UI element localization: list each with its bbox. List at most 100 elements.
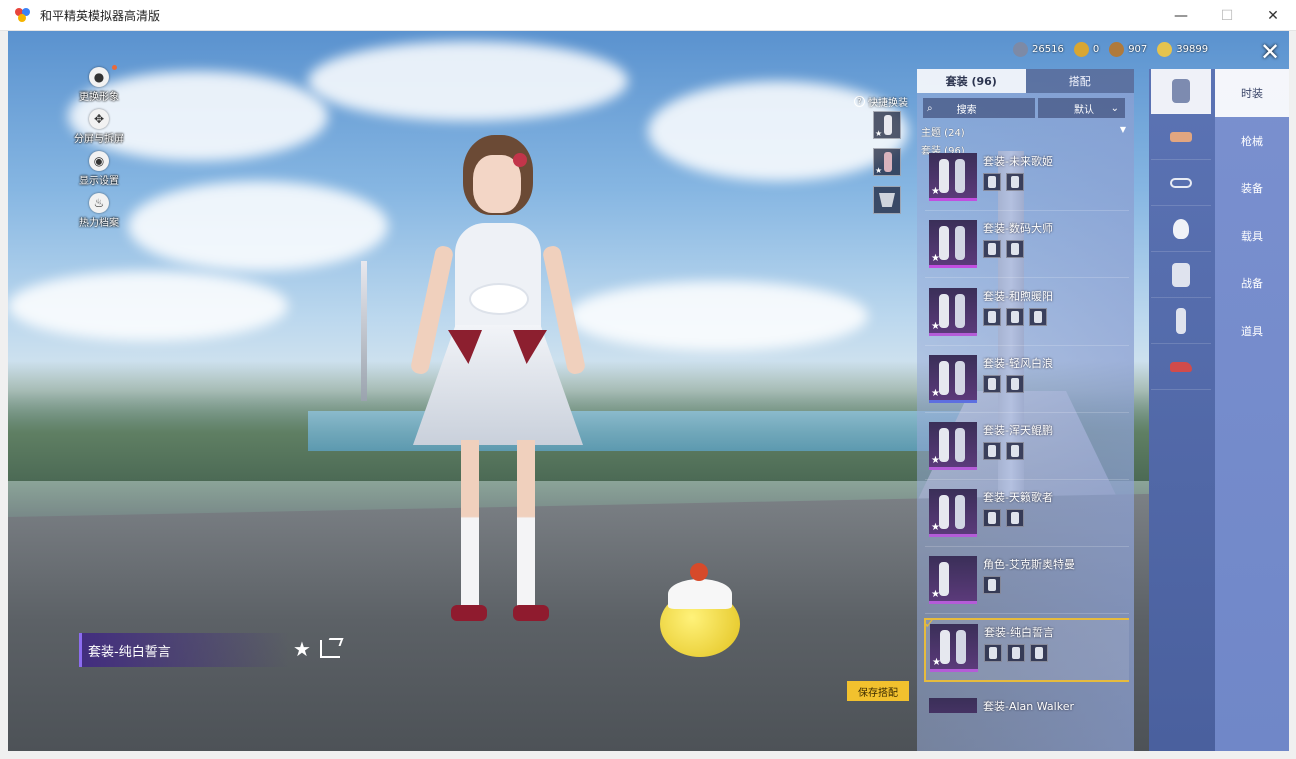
currency-item[interactable]: 907 [1109, 41, 1147, 57]
star-icon: ★ [931, 589, 940, 600]
left-menu: ● 更换形象 ✥ 分屏与拆屏 ◉ 显示设置 ♨ 热力档案 [64, 65, 134, 235]
quick-swap-slot[interactable]: ★ [873, 111, 901, 139]
part-slot[interactable] [983, 576, 1001, 594]
app-logo-icon [14, 6, 32, 24]
outfit-item[interactable]: 套装-Alan Walker [925, 694, 1129, 713]
shoe-icon [1170, 362, 1192, 372]
game-viewport[interactable]: ● 更换形象 ✥ 分屏与拆屏 ◉ 显示设置 ♨ 热力档案 26516 0 907 [8, 31, 1289, 751]
category-gun-skin[interactable] [1151, 115, 1211, 160]
outfit-figure-icon [939, 226, 949, 260]
outfit-name: 套装-纯白誓言 [984, 626, 1054, 639]
category-outfit[interactable] [1151, 69, 1211, 114]
pet-chick[interactable] [660, 561, 740, 661]
help-icon[interactable]: ? [854, 96, 865, 107]
sort-dropdown[interactable]: 默认 ⌄ [1038, 98, 1125, 118]
currency-item[interactable]: 26516 [1013, 41, 1064, 57]
category-shoes[interactable] [1151, 345, 1211, 390]
part-slot[interactable] [1006, 375, 1024, 393]
part-slot[interactable] [983, 308, 1001, 326]
part-slot[interactable] [1006, 173, 1024, 191]
category-glasses[interactable] [1151, 161, 1211, 206]
save-outfit-button[interactable]: 保存搭配 [847, 681, 909, 701]
part-slot[interactable] [1006, 308, 1024, 326]
tab-match[interactable]: 搭配 [1025, 69, 1134, 93]
caret-down-icon[interactable]: ▼ [1120, 125, 1126, 134]
nav-equipment[interactable]: 装备 [1215, 164, 1289, 211]
part-slot[interactable] [1029, 308, 1047, 326]
currency-value: 0 [1092, 43, 1100, 55]
close-window-button[interactable]: ✕ [1250, 0, 1296, 31]
quick-swap-slot[interactable] [873, 186, 901, 214]
outfit-list[interactable]: ★ 套装-未来歌姬 ★ 套装-数码大师 ★ 套装-和煦暖阳 ★ 套装-轻风白浪 … [921, 149, 1129, 713]
outfit-item[interactable]: ★ 套装-天籁歌者 [925, 485, 1129, 547]
share-icon[interactable] [320, 640, 340, 658]
player-character[interactable] [393, 135, 603, 665]
outfit-item[interactable]: ★ 套装-浑天鲲鹏 [925, 418, 1129, 480]
quick-swap-label[interactable]: ? 快捷换装 [854, 94, 908, 109]
outfit-figure-icon [955, 226, 965, 260]
character-skirt [413, 325, 583, 445]
quick-swap-slot[interactable]: ★ [873, 148, 901, 176]
outfit-figure-icon [940, 630, 950, 664]
outfit-icon [1172, 79, 1190, 103]
outfit-name: 套装-轻风白浪 [983, 357, 1053, 370]
maximize-button[interactable]: ☐ [1204, 0, 1250, 31]
nav-vehicles[interactable]: 载具 [1215, 212, 1289, 259]
nav-fashion[interactable]: 时装 [1215, 69, 1289, 117]
character-leg [517, 440, 535, 610]
split-screen-button[interactable]: ✥ 分屏与拆屏 [64, 109, 134, 145]
star-icon: ★ [931, 522, 940, 533]
outfit-item[interactable]: ★ 套装-轻风白浪 [925, 351, 1129, 413]
star-icon: ★ [931, 186, 940, 197]
star-icon: ★ [931, 388, 940, 399]
outfit-name: 套装-浑天鲲鹏 [983, 424, 1053, 437]
category-icon-strip [1149, 69, 1215, 751]
outfit-figure-icon [939, 294, 949, 328]
part-slot[interactable] [984, 644, 1002, 662]
tab-suits[interactable]: 套装 (96) [917, 69, 1026, 93]
outfit-item[interactable]: ★ 套装-数码大师 [925, 216, 1129, 278]
outfit-item-selected[interactable]: ✓ ★ 套装-纯白誓言 [924, 618, 1129, 682]
outfit-figure-icon [955, 361, 965, 395]
display-settings-button[interactable]: ◉ 显示设置 [64, 151, 134, 187]
part-slot[interactable] [1030, 644, 1048, 662]
search-label: 搜索 [956, 104, 977, 116]
star-icon: ★ [932, 657, 941, 668]
outfit-thumbnail: ★ [929, 489, 977, 537]
cloud [128, 181, 388, 271]
outfit-item[interactable]: ★ 套装-未来歌姬 [925, 149, 1129, 211]
currency-item[interactable]: 0 [1073, 41, 1100, 57]
nav-battle-prep[interactable]: 战备 [1215, 259, 1289, 306]
search-input[interactable]: ⌕ 搜索 [923, 98, 1035, 118]
part-slot[interactable] [1006, 442, 1024, 460]
part-slot[interactable] [983, 375, 1001, 393]
heat-archive-button[interactable]: ♨ 热力档案 [64, 193, 134, 229]
part-slot[interactable] [983, 240, 1001, 258]
part-slot[interactable] [983, 509, 1001, 527]
currency-item[interactable]: 39899 [1157, 41, 1208, 57]
nav-guns[interactable]: 枪械 [1215, 117, 1289, 164]
outfit-item[interactable]: ★ 角色-艾克斯奥特曼 [925, 552, 1129, 614]
category-armor[interactable] [1151, 253, 1211, 298]
nav-items[interactable]: 道具 [1215, 307, 1289, 354]
bronze-coin-icon [1109, 41, 1125, 57]
category-pants[interactable] [1151, 299, 1211, 344]
minimize-button[interactable]: — [1158, 0, 1204, 31]
theme-filter[interactable]: 主题 (24) [921, 124, 965, 139]
part-slot[interactable] [1006, 509, 1024, 527]
outfit-figure-icon [956, 630, 966, 664]
part-slot[interactable] [983, 442, 1001, 460]
outfit-figure-icon [939, 495, 949, 529]
close-icon[interactable]: ✕ [1257, 39, 1283, 65]
cloud [8, 271, 288, 341]
window-title: 和平精英模拟器高清版 [40, 8, 161, 23]
outfit-item[interactable]: ★ 套装-和煦暖阳 [925, 284, 1129, 346]
favorite-star-icon[interactable]: ★ [293, 639, 311, 659]
character-hair-bow [513, 153, 527, 167]
outfit-figure-icon [939, 428, 949, 462]
category-mask[interactable] [1151, 207, 1211, 252]
part-slot[interactable] [1007, 644, 1025, 662]
part-slot[interactable] [983, 173, 1001, 191]
part-slot[interactable] [1006, 240, 1024, 258]
change-avatar-button[interactable]: ● 更换形象 [64, 65, 134, 103]
